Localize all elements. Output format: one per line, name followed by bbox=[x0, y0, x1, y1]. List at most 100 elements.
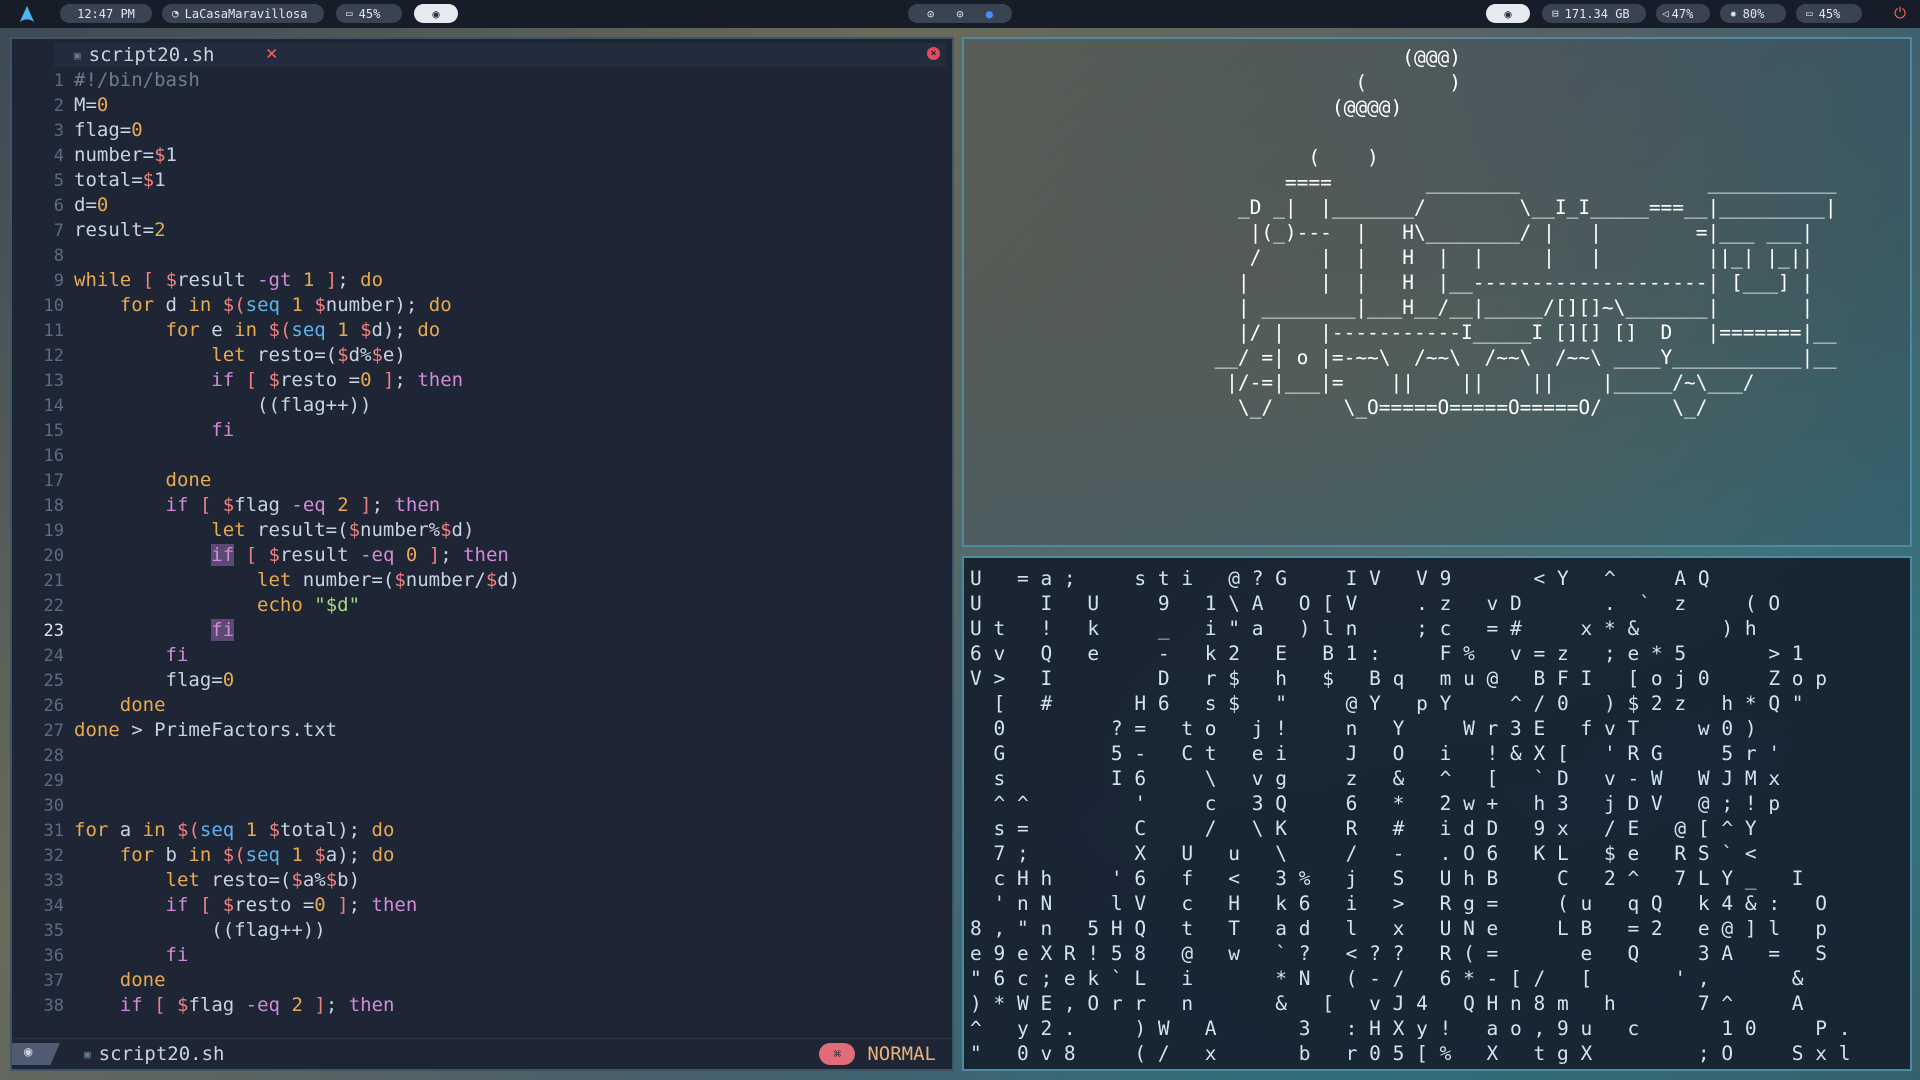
code-line[interactable]: 24 fi bbox=[12, 643, 952, 668]
volume-pill[interactable]: ◁ 47% bbox=[1656, 4, 1710, 23]
workspace-2-icon[interactable]: ⊙ bbox=[956, 7, 963, 21]
volume-text: 47% bbox=[1671, 6, 1694, 21]
code-line[interactable]: 9 while [ $result -gt 1 ]; do bbox=[12, 268, 952, 293]
code-line[interactable]: 2 M=0 bbox=[12, 93, 952, 118]
line-number: 35 bbox=[43, 921, 64, 941]
battery-pill-right[interactable]: ▭ 45% bbox=[1796, 4, 1862, 23]
code-line[interactable]: 4 number=$1 bbox=[12, 143, 952, 168]
code-line[interactable]: 18 if [ $flag -eq 2 ]; then bbox=[12, 493, 952, 518]
editor-status-line: ◉ ▣ script20.sh ⌘ NORMAL bbox=[12, 1038, 952, 1069]
code-line[interactable]: 20 if [ $result -eq 0 ]; then bbox=[12, 543, 952, 568]
code-line[interactable]: 33 let resto=($a%$b) bbox=[12, 868, 952, 893]
code-text: fi bbox=[211, 619, 235, 641]
line-number: 7 bbox=[53, 221, 64, 241]
matrix-rain-text: U = a ; s t i @ ? G I V V 9 < Y ^ A Q U … bbox=[970, 567, 1851, 1065]
line-number: 5 bbox=[53, 171, 64, 191]
code-line[interactable]: 7 result=2 bbox=[12, 218, 952, 243]
code-line[interactable]: 8 bbox=[12, 243, 952, 268]
code-text: d=0 bbox=[74, 194, 109, 216]
mode-text: NORMAL bbox=[867, 1043, 936, 1065]
code-text: let result=($number%$d) bbox=[211, 519, 475, 541]
battery-pill-left[interactable]: ▭ 45% bbox=[336, 4, 402, 23]
line-number: 4 bbox=[53, 146, 64, 166]
workspace-3-active-icon[interactable]: ● bbox=[986, 7, 993, 21]
code-line[interactable]: 15 fi bbox=[12, 418, 952, 443]
line-number: 11 bbox=[43, 321, 64, 341]
line-number: 23 bbox=[43, 621, 64, 641]
code-line[interactable]: 12 let resto=($d%$e) bbox=[12, 343, 952, 368]
ghost-icon: ◉ bbox=[1504, 6, 1512, 21]
power-icon[interactable]: ⏻ bbox=[1894, 4, 1906, 22]
wifi-pill[interactable]: ◔ LaCasaMaravillosa bbox=[162, 4, 324, 23]
code-line[interactable]: 30 bbox=[12, 793, 952, 818]
window-close-icon[interactable]: × bbox=[927, 47, 940, 60]
line-number: 13 bbox=[43, 371, 64, 391]
code-line[interactable]: 31 for a in $(seq 1 $total); do bbox=[12, 818, 952, 843]
editor-tab[interactable]: ▣ script20.sh ✕ bbox=[54, 42, 946, 67]
ghost-pill[interactable]: ◉ bbox=[414, 4, 458, 23]
code-line[interactable]: 32 for b in $(seq 1 $a); do bbox=[12, 843, 952, 868]
line-number: 21 bbox=[43, 571, 64, 591]
code-line[interactable]: 1 #!/bin/bash bbox=[12, 68, 952, 93]
tab-close-icon[interactable]: ✕ bbox=[266, 42, 277, 64]
code-text: ((flag++)) bbox=[74, 919, 326, 941]
code-line[interactable]: 6 d=0 bbox=[12, 193, 952, 218]
code-line[interactable]: 36 fi bbox=[12, 943, 952, 968]
mode-badge-icon: ⌘ bbox=[819, 1043, 856, 1065]
code-line[interactable]: 3 flag=0 bbox=[12, 118, 952, 143]
code-text: for a in $(seq 1 $total); do bbox=[74, 819, 395, 841]
code-line[interactable]: 35 ((flag++)) bbox=[12, 918, 952, 943]
code-line[interactable]: 29 bbox=[12, 768, 952, 793]
code-line[interactable]: 5 total=$1 bbox=[12, 168, 952, 193]
line-number: 26 bbox=[43, 696, 64, 716]
brightness-pill[interactable]: ✹ 80% bbox=[1720, 4, 1786, 23]
line-number: 15 bbox=[43, 421, 64, 441]
ghost-pill-right[interactable]: ◉ bbox=[1486, 4, 1530, 23]
code-line[interactable]: 25 flag=0 bbox=[12, 668, 952, 693]
code-text: if [ $result -eq 0 ]; then bbox=[211, 544, 509, 566]
line-number: 31 bbox=[43, 821, 64, 841]
code-line[interactable]: 27 done > PrimeFactors.txt bbox=[12, 718, 952, 743]
code-line[interactable]: 22 echo "$d" bbox=[12, 593, 952, 618]
code-area[interactable]: 1 #!/bin/bash 2 M=0 3 flag=0 4 number=$1 5 total=… bbox=[12, 68, 952, 1018]
code-text: if [ $flag -eq 2 ]; then bbox=[119, 994, 395, 1016]
code-line[interactable]: 14 ((flag++)) bbox=[12, 393, 952, 418]
line-number: 18 bbox=[43, 496, 64, 516]
code-line[interactable]: 23 fi bbox=[12, 618, 952, 643]
terminal-matrix[interactable]: U = a ; s t i @ ? G I V V 9 < Y ^ A Q U … bbox=[962, 556, 1912, 1071]
disk-pill[interactable]: ⊟ 171.34 GB bbox=[1542, 4, 1646, 23]
code-line[interactable]: 34 if [ $resto =0 ]; then bbox=[12, 893, 952, 918]
code-text: for d in $(seq 1 $number); do bbox=[119, 294, 452, 316]
code-line[interactable]: 37 done bbox=[12, 968, 952, 993]
volume-icon: ◁ bbox=[1662, 7, 1669, 20]
code-line[interactable]: 38 if [ $flag -eq 2 ]; then bbox=[12, 993, 952, 1018]
code-text: fi bbox=[211, 419, 235, 441]
code-text: for e in $(seq 1 $d); do bbox=[165, 319, 441, 341]
code-line[interactable]: 17 done bbox=[12, 468, 952, 493]
code-line[interactable]: 26 done bbox=[12, 693, 952, 718]
ghost-icon: ◉ bbox=[432, 6, 440, 21]
clock-pill[interactable]: 12:47 PM bbox=[60, 4, 152, 23]
code-line[interactable]: 21 let number=($number/$d) bbox=[12, 568, 952, 593]
arch-logo-icon[interactable] bbox=[18, 5, 36, 23]
code-text: fi bbox=[165, 644, 189, 666]
code-line[interactable]: 10 for d in $(seq 1 $number); do bbox=[12, 293, 952, 318]
code-text: let number=($number/$d) bbox=[257, 569, 521, 591]
line-number: 32 bbox=[43, 846, 64, 866]
line-number: 14 bbox=[43, 396, 64, 416]
code-text: let resto=($d%$e) bbox=[211, 344, 406, 366]
line-number: 10 bbox=[43, 296, 64, 316]
wifi-icon: ◔ bbox=[172, 7, 179, 20]
code-line[interactable]: 13 if [ $resto =0 ]; then bbox=[12, 368, 952, 393]
line-number: 28 bbox=[43, 746, 64, 766]
workspace-1-icon[interactable]: ⊙ bbox=[927, 7, 934, 21]
line-number: 34 bbox=[43, 896, 64, 916]
brightness-icon: ✹ bbox=[1730, 7, 1737, 20]
code-line[interactable]: 16 bbox=[12, 443, 952, 468]
code-line[interactable]: 19 let result=($number%$d) bbox=[12, 518, 952, 543]
code-line[interactable]: 28 bbox=[12, 743, 952, 768]
terminal-sl-train[interactable]: (@@@) ( ) (@@@@) ( ) ==== ________ _____… bbox=[962, 37, 1912, 547]
line-number: 12 bbox=[43, 346, 64, 366]
brightness-text: 80% bbox=[1742, 6, 1765, 21]
code-line[interactable]: 11 for e in $(seq 1 $d); do bbox=[12, 318, 952, 343]
